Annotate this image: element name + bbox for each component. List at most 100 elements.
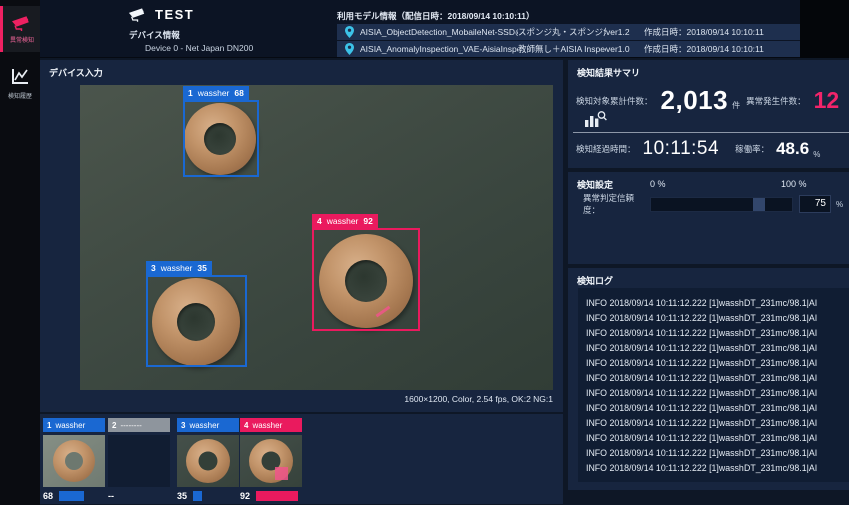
- log-entry: INFO 2018/09/14 10:11:12.222 [1]wassher …: [586, 295, 849, 310]
- confidence-slider-thumb[interactable]: [753, 198, 765, 211]
- log-entry: INFO 2018/09/14 10:11:12.222 [1]wassher …: [586, 310, 849, 325]
- detection-bbox-1-label: 1 wassher 68: [183, 86, 249, 100]
- log-entry: INFO 2018/09/14 10:11:12.222 [1]wassher …: [586, 325, 849, 340]
- device-info-label: デバイス情報: [129, 29, 180, 41]
- thumb-id: 2: [112, 421, 116, 430]
- log-entry-time: INFO 2018/09/14 10:11:12.222 [1]wassher: [586, 448, 744, 458]
- detection-class: wassher: [161, 263, 193, 273]
- log-entry-time: INFO 2018/09/14 10:11:12.222 [1]wassher: [586, 433, 744, 443]
- log-entry: INFO 2018/09/14 10:11:12.222 [1]wassher …: [586, 385, 849, 400]
- model-created: 作成日時：2018/09/14 10:10:11: [644, 26, 800, 38]
- chart-magnifier-icon[interactable]: [584, 110, 608, 130]
- log-entry-detail: DT_231mc/98.1|AI: [744, 403, 817, 413]
- thumbnail-2-image: [108, 435, 170, 487]
- cctv-camera-icon: [11, 15, 33, 31]
- log-entry-time: INFO 2018/09/14 10:11:12.222 [1]wassher: [586, 343, 744, 353]
- thumbnail-4[interactable]: 4 wassher 92: [240, 418, 302, 500]
- model-info-title: 利用モデル情報（配信日時：2018/09/14 10:10:11）: [337, 10, 534, 22]
- operating-rate-label: 稼働率：: [735, 143, 769, 155]
- operating-rate-value: 48.6: [776, 139, 809, 159]
- log-entry: INFO 2018/09/14 10:11:12.222 [1]wassher …: [586, 430, 849, 445]
- thumbnail-2[interactable]: 2 -------- --: [108, 418, 170, 500]
- log-entry-detail: DT_231mc/98.1|AI: [744, 448, 817, 458]
- detection-score: 35: [197, 263, 206, 273]
- detection-bbox-4-label: 4 wassher 92: [312, 214, 378, 228]
- header-corner: [800, 0, 849, 58]
- thumb-score: 68: [43, 491, 56, 501]
- thumbnail-3-header: 3 wassher: [177, 418, 239, 432]
- thumb-id: 4: [244, 421, 248, 430]
- detection-log-panel: 検知ログ INFO 2018/09/14 10:11:12.222 [1]was…: [568, 268, 849, 490]
- app-window: 異常検知 検知履歴 TEST デバイス情報 Device 0 - Net Jap…: [0, 0, 849, 505]
- model-version: ver1.0: [606, 44, 644, 54]
- detection-class: wassher: [327, 216, 359, 226]
- thumbnail-1[interactable]: 1 wassher 68: [43, 418, 105, 500]
- thumb-score: 92: [240, 491, 253, 501]
- app-root: 異常検知 検知履歴 TEST デバイス情報 Device 0 - Net Jap…: [0, 0, 849, 520]
- defect-mark: [275, 467, 288, 480]
- log-entry-time: INFO 2018/09/14 10:11:12.222 [1]wassher: [586, 298, 744, 308]
- thumb-score: 35: [177, 491, 190, 501]
- operating-rate-unit: %: [813, 150, 820, 159]
- camera-view: 1 wassher 68 3 wassher 35 4 wassher 92: [80, 85, 553, 390]
- thumbnail-2-header: 2 --------: [108, 418, 170, 432]
- model-target: 教師無し＋AISIA Inspector: [518, 43, 606, 55]
- elapsed-time-label: 検知経過時間：: [576, 143, 636, 155]
- sidebar: 異常検知 検知履歴: [0, 0, 40, 505]
- log-entry-detail: DT_231mc/98.1|AI: [744, 328, 817, 338]
- cctv-camera-icon: [128, 7, 148, 22]
- thumb-label: wassher: [189, 421, 219, 430]
- detection-bbox-4: [312, 228, 420, 331]
- thumbnail-4-image: [240, 435, 302, 487]
- thumb-id: 1: [47, 421, 51, 430]
- detection-bbox-1: [183, 100, 259, 177]
- device-input-panel: デバイス入力 1 wassher 68: [40, 60, 563, 412]
- log-entry-time: INFO 2018/09/14 10:11:12.222 [1]wassher: [586, 463, 744, 473]
- model-row: AISIA_AnomalyInspection_VAE-AisiaInspect…: [337, 41, 800, 57]
- model-created: 作成日時：2018/09/14 10:10:11: [644, 43, 800, 55]
- detection-settings-panel: 検知設定 0 % 100 % 異常判定信頼度： 75 %: [568, 172, 849, 264]
- model-row: AISIA_ObjectDetection_MobaileNet-SSD@FT_…: [337, 24, 800, 40]
- model-target: スポンジ丸・スポンジ角: [518, 26, 606, 38]
- log-entry-time: INFO 2018/09/14 10:11:12.222 [1]wassher: [586, 328, 744, 338]
- log-entry-detail: DT_231mc/98.1|AI: [744, 358, 817, 368]
- page-title: TEST: [155, 7, 194, 22]
- thumbnail-strip: 1 wassher 68 2 -------- --: [40, 414, 563, 504]
- confidence-slider[interactable]: [650, 197, 793, 212]
- model-name: AISIA_AnomalyInspection_VAE-AisiaInspect…: [360, 44, 518, 54]
- detection-id: 1: [188, 88, 193, 98]
- log-entry-detail: DT_231mc/98.1|AI: [744, 298, 817, 308]
- thumbnail-3[interactable]: 3 wassher 35: [177, 418, 239, 500]
- thumb-score-bar: [59, 491, 84, 501]
- sidebar-item-anomaly-detection[interactable]: 異常検知: [0, 6, 40, 52]
- thumbnail-1-image: [43, 435, 105, 487]
- log-entry: INFO 2018/09/14 10:11:12.222 [1]wassher …: [586, 355, 849, 370]
- detection-id: 3: [151, 263, 156, 273]
- sidebar-item-detection-history[interactable]: 検知履歴: [0, 58, 40, 108]
- log-entry: INFO 2018/09/14 10:11:12.222 [1]wassher …: [586, 340, 849, 355]
- summary-title: 検知結果サマリ: [577, 66, 640, 79]
- log-entry: INFO 2018/09/14 10:11:12.222 [1]wassher …: [586, 460, 849, 475]
- detection-summary-panel: 検知結果サマリ 検知対象累計件数： 2,013 件 異常発生件数： 12 検知経…: [568, 60, 849, 168]
- log-entry: INFO 2018/09/14 10:11:12.222 [1]wassher …: [586, 445, 849, 460]
- thumbnail-4-header: 4 wassher: [240, 418, 302, 432]
- thumb-label: wassher: [55, 421, 85, 430]
- log-entry-detail: DT_231mc/98.1|AI: [744, 373, 817, 383]
- detection-bbox-3: [146, 275, 247, 367]
- log-list[interactable]: INFO 2018/09/14 10:11:12.222 [1]wassher …: [578, 288, 849, 482]
- log-entry: INFO 2018/09/14 10:11:12.222 [1]wassher …: [586, 370, 849, 385]
- detection-id: 4: [317, 216, 322, 226]
- history-chart-icon: [9, 67, 31, 87]
- camera-status-line: 1600×1200, Color, 2.54 fps, OK:2 NG:1: [404, 394, 553, 404]
- header-bar: TEST デバイス情報 Device 0 - Net Japan DN200 利…: [40, 0, 849, 58]
- map-pin-icon: [345, 26, 354, 38]
- device-input-title: デバイス入力: [49, 66, 103, 79]
- log-entry-time: INFO 2018/09/14 10:11:12.222 [1]wassher: [586, 388, 744, 398]
- model-version: ver1.2: [606, 27, 644, 37]
- confidence-value-field[interactable]: 75: [799, 195, 831, 213]
- log-entry-detail: DT_231mc/98.1|AI: [744, 418, 817, 428]
- log-title: 検知ログ: [577, 274, 613, 287]
- log-entry-time: INFO 2018/09/14 10:11:12.222 [1]wassher: [586, 358, 744, 368]
- sidebar-item-label: 異常検知: [10, 34, 34, 43]
- log-entry-time: INFO 2018/09/14 10:11:12.222 [1]wassher: [586, 418, 744, 428]
